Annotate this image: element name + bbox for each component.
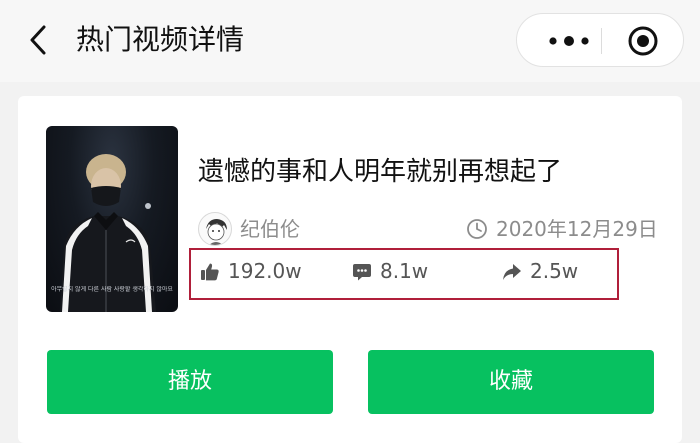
publish-date: 2020年12月29日: [496, 217, 658, 241]
video-thumbnail[interactable]: 아무렇지 않게 다른 사람 사랑할 생각하지 않아요: [46, 126, 178, 312]
more-dots-icon[interactable]: [541, 31, 601, 51]
mini-program-capsule: [516, 13, 684, 67]
comment-icon[interactable]: [352, 262, 372, 282]
share-count: 2.5w: [530, 259, 579, 283]
author-avatar[interactable]: [198, 212, 232, 246]
thumbnail-figure-image: [60, 154, 156, 312]
page-title: 热门视频详情: [76, 23, 245, 56]
favorite-button[interactable]: 收藏: [368, 350, 654, 414]
video-title: 遗憾的事和人明年就别再想起了: [198, 157, 563, 187]
share-arrow-icon[interactable]: [502, 262, 522, 282]
target-circle-icon[interactable]: [627, 25, 659, 57]
capsule-divider: [601, 28, 602, 54]
comment-count: 8.1w: [380, 259, 429, 283]
thumbnail-caption: 아무렇지 않게 다른 사람 사랑할 생각하지 않아요: [51, 286, 173, 293]
clock-icon: [467, 219, 487, 239]
like-count: 192.0w: [228, 259, 302, 283]
play-button[interactable]: 播放: [47, 350, 333, 414]
author-name[interactable]: 纪伯伦: [240, 214, 300, 244]
navigation-bar: 热门视频详情: [0, 0, 700, 82]
back-arrow-icon[interactable]: [24, 22, 54, 58]
thumbs-up-icon[interactable]: [200, 262, 220, 282]
